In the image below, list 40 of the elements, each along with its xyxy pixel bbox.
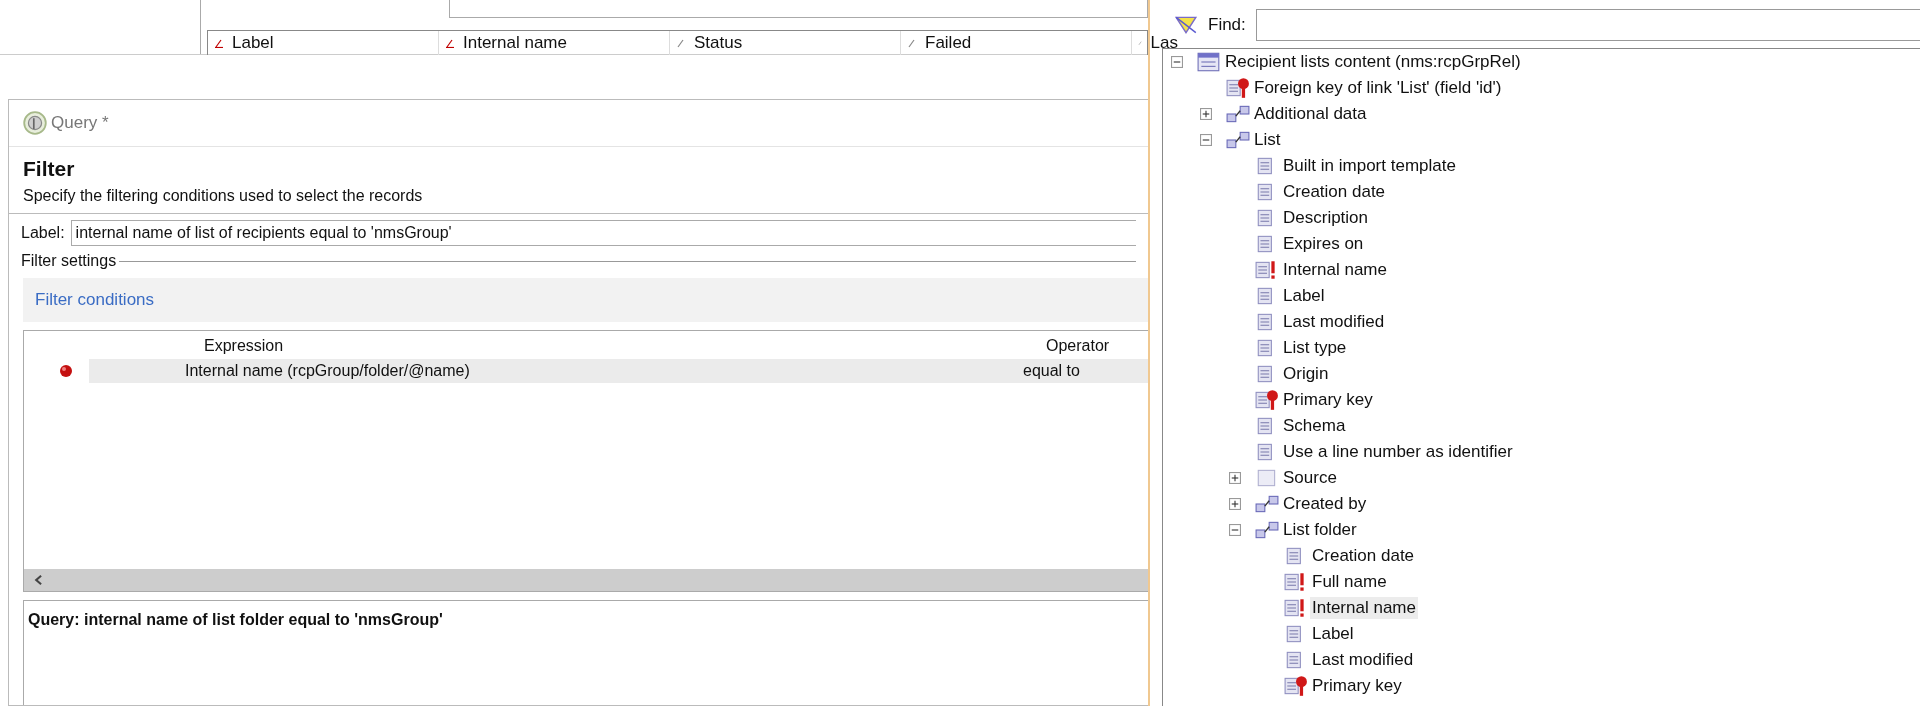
column-header: Operator <box>1046 337 1110 355</box>
tree-item[interactable]: Internal name <box>1281 259 1389 281</box>
tree-item[interactable]: Label <box>1310 623 1356 645</box>
table-cell-text: Internal name (rcpGroup/folder/@name) <box>185 362 471 380</box>
tree-item[interactable]: List folder <box>1281 519 1359 541</box>
window-title: Query * <box>51 113 109 133</box>
tree-item[interactable]: Use a line number as identifier <box>1281 441 1515 463</box>
tree-item[interactable]: List <box>1252 129 1283 151</box>
tree-item[interactable]: Internal name <box>1310 597 1418 619</box>
tree-item[interactable]: Created by <box>1281 493 1369 515</box>
tree-item[interactable]: Description <box>1281 207 1371 229</box>
tree-item[interactable]: Built in import template <box>1281 155 1458 177</box>
condition-row[interactable]: Internal name (rcpGroup/folder/@name) equal to <box>89 359 1148 383</box>
table-cell: equal to <box>1023 362 1080 380</box>
tree-item[interactable]: Creation date <box>1310 545 1417 567</box>
tree-item[interactable]: Last modified <box>1310 649 1416 671</box>
dialog-description: Specify the filtering conditions used to select the records <box>23 187 424 205</box>
tree-item[interactable]: Creation date <box>1281 181 1388 203</box>
tree-item[interactable]: Full name <box>1310 571 1389 593</box>
tree-item[interactable]: Source <box>1281 467 1339 489</box>
dialog-heading: Filter <box>23 157 76 181</box>
label-field[interactable]: internal name of list of recipients equal to 'nmsGroup' <box>70 220 1136 246</box>
tree-item[interactable]: Primary key <box>1310 675 1404 697</box>
label-caption: Label: <box>21 224 65 242</box>
column-header[interactable]: Las <box>1132 31 1178 55</box>
tree-item[interactable]: Additional data <box>1252 103 1369 125</box>
filter-conditions-link[interactable]: Filter conditions <box>35 290 155 310</box>
tree-item[interactable]: Foreign key of link 'List' (field 'id') <box>1252 77 1504 99</box>
tree-item[interactable]: Primary key <box>1281 389 1375 411</box>
tree-item[interactable]: Label <box>1281 285 1327 307</box>
tree-item[interactable]: Schema <box>1281 415 1348 437</box>
group-title: Filter settings <box>21 252 117 270</box>
tree-item[interactable]: Last modified <box>1281 311 1387 333</box>
tree-item[interactable]: Recipient lists content (nms:rcpGrpRel) <box>1223 51 1523 73</box>
tree-item[interactable]: Origin <box>1281 363 1331 385</box>
tree-item[interactable]: Expires on <box>1281 233 1366 255</box>
query-summary: Query: internal name of list folder equal to 'nmsGroup' <box>23 600 1148 705</box>
tree-item[interactable]: List type <box>1281 337 1349 359</box>
find-label: Find: <box>1208 15 1246 35</box>
column-header: Expression <box>203 337 285 355</box>
